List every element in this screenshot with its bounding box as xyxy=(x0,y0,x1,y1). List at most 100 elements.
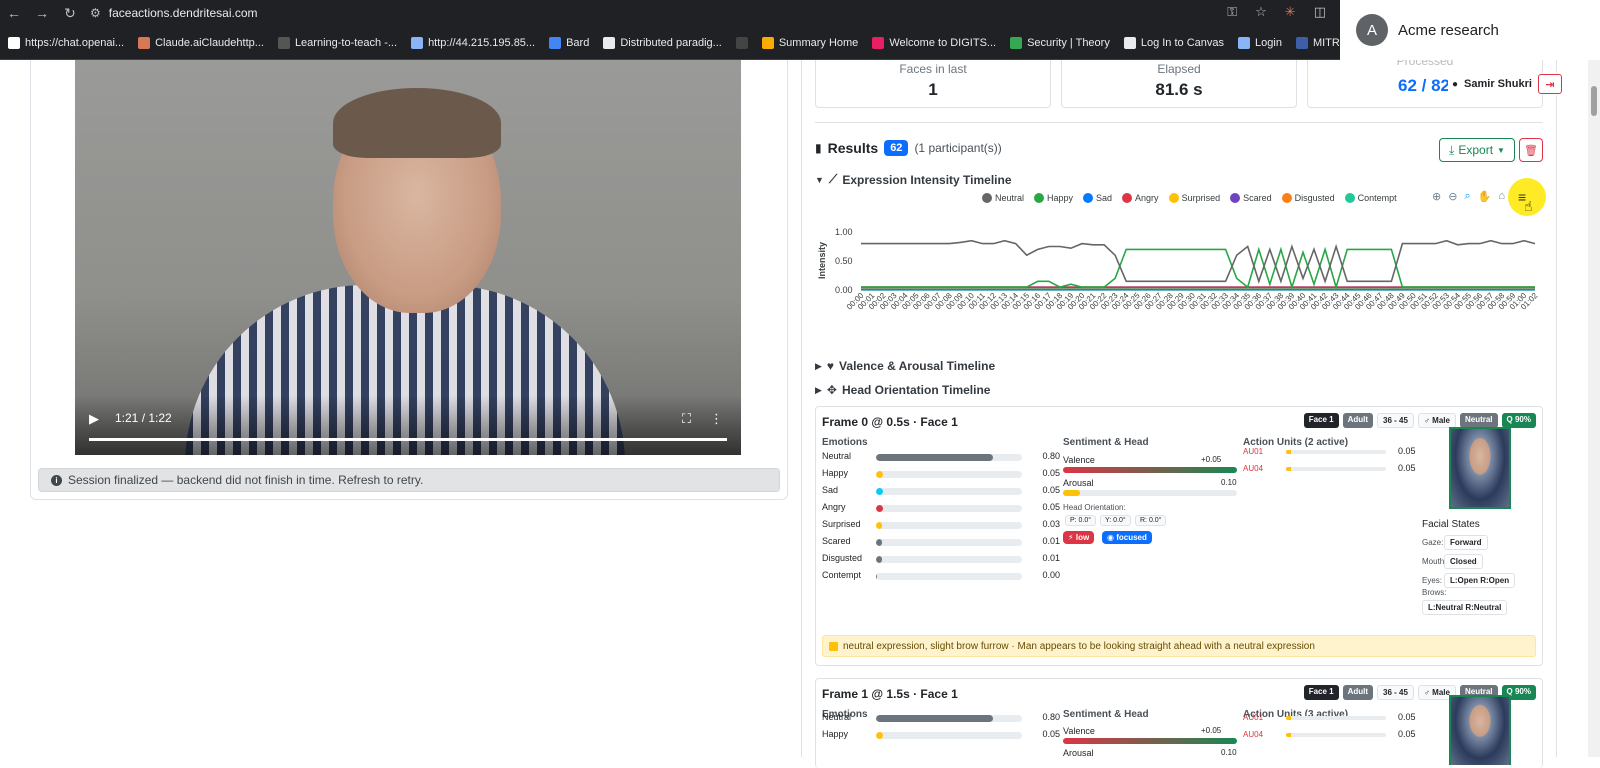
section-expression[interactable]: ▼ ⟋ Expression Intensity Timeline xyxy=(815,172,1012,187)
reload-icon[interactable]: ↻ xyxy=(56,5,84,22)
legend-item[interactable]: Neutral xyxy=(982,193,1024,203)
au-bar-track xyxy=(1286,450,1386,454)
valence-value: +0.05 xyxy=(1201,726,1222,735)
emotion-name: Scared xyxy=(822,536,851,546)
extension-claude-icon[interactable]: ✳ xyxy=(1285,4,1296,20)
bookmark-item[interactable]: Claude.aiClaudehttp... xyxy=(138,36,264,49)
bookmark-favicon-icon xyxy=(761,36,774,49)
fullscreen-icon[interactable]: ⛶ xyxy=(682,411,691,427)
bookmark-item[interactable]: Bard xyxy=(549,36,589,49)
back-icon[interactable]: ← xyxy=(0,5,28,21)
face-thumbnail[interactable] xyxy=(1449,427,1511,509)
emotion-bar-fill xyxy=(876,732,884,739)
emotion-value: 0.80 xyxy=(1042,712,1060,722)
results-title: Results xyxy=(827,140,879,156)
export-button[interactable]: ⤓ Export ▼ xyxy=(1439,138,1515,162)
valence-label: Valence xyxy=(1063,726,1095,736)
video-progress-bar[interactable] xyxy=(89,438,727,441)
legend-item[interactable]: Scared xyxy=(1230,193,1272,203)
emotion-value: 0.80 xyxy=(1042,451,1060,461)
scrollbar[interactable] xyxy=(1588,60,1600,757)
emotion-value: 0.05 xyxy=(1042,468,1060,478)
bookmark-item[interactable]: http://44.215.195.85... xyxy=(411,36,536,49)
profile-popup[interactable]: A Acme research xyxy=(1340,0,1600,60)
address-bar[interactable]: ⚙ faceactions.dendritesai.com xyxy=(90,6,258,20)
profile-name[interactable]: Acme research xyxy=(1398,22,1499,39)
results-header: ▮ Results 62 (1 participant(s)) xyxy=(815,140,1002,156)
pan-hand-icon[interactable]: ✋ xyxy=(1478,190,1492,203)
section-valence[interactable]: ▶ ♥ Valence & Arousal Timeline xyxy=(815,359,995,373)
note-text: neutral expression, slight brow furrow ·… xyxy=(843,640,1315,652)
au-bar-track xyxy=(1286,467,1386,471)
au-bar-track xyxy=(1286,716,1386,720)
bookmark-label: Distributed paradig... xyxy=(620,36,722,49)
expression-chart[interactable]: Intensity1.000.500.0000:0000:0100:0200:0… xyxy=(815,218,1545,330)
bookmark-star-icon[interactable]: ☆ xyxy=(1255,4,1267,20)
browser-toolbar: ← → ↻ ⚙ faceactions.dendritesai.com ⚿ ☆ … xyxy=(0,0,1340,26)
line-chart-icon: ⟋ xyxy=(828,172,838,186)
video-player[interactable]: ▶ 1:21 / 1:22 ⛶ ⋮ xyxy=(75,60,741,455)
bookmark-item[interactable]: Summary Home xyxy=(761,36,858,49)
bookmark-label: Security | Theory xyxy=(1027,36,1110,49)
legend-label: Scared xyxy=(1243,193,1272,203)
note-icon xyxy=(829,641,838,651)
stat-faces: Faces in last 1 xyxy=(815,60,1051,108)
bookmark-favicon-icon xyxy=(1238,36,1251,49)
bookmark-item[interactable]: Distributed paradig... xyxy=(603,36,722,49)
legend-item[interactable]: Happy xyxy=(1034,193,1073,203)
bookmark-item[interactable]: Learning-to-teach -... xyxy=(277,36,397,49)
zoom-out-icon[interactable]: ⊖ xyxy=(1448,190,1457,203)
bookmark-item[interactable]: Welcome to DIGITS... xyxy=(872,36,996,49)
bookmark-favicon-icon xyxy=(549,36,562,49)
stat-label: Faces in last xyxy=(899,62,967,76)
password-key-icon[interactable]: ⚿ xyxy=(1227,4,1237,20)
bookmark-favicon-icon xyxy=(1010,36,1023,49)
delete-button[interactable]: 🗑 xyxy=(1519,138,1543,162)
export-label: Export xyxy=(1458,143,1494,157)
legend-item[interactable]: Contempt xyxy=(1344,193,1397,203)
logout-button[interactable]: ⇥ xyxy=(1537,74,1562,94)
sentiment-header: Sentiment & Head xyxy=(1063,437,1149,448)
profile-avatar[interactable]: A xyxy=(1356,14,1388,46)
play-icon[interactable]: ▶ xyxy=(89,411,99,427)
bookmark-item[interactable] xyxy=(735,36,748,49)
section-head[interactable]: ▶ ✥ Head Orientation Timeline xyxy=(815,383,990,397)
magnify-icon[interactable]: ⌕ xyxy=(1464,190,1470,203)
frame-badge: Neutral xyxy=(1459,413,1498,428)
arousal-track xyxy=(1063,490,1237,496)
bookmark-item[interactable]: MITRE ATT&CK® xyxy=(1295,36,1340,49)
stat-value: 1 xyxy=(928,80,938,99)
legend-label: Neutral xyxy=(995,193,1025,203)
zoom-in-icon[interactable]: ⊕ xyxy=(1432,190,1441,203)
y-tick-label: 1.00 xyxy=(835,227,853,237)
au-bar-fill xyxy=(1286,733,1291,737)
bookmark-favicon-icon xyxy=(411,36,424,49)
home-reset-icon[interactable]: ⌂ xyxy=(1498,190,1505,203)
site-settings-icon[interactable]: ⚙ xyxy=(90,6,101,20)
face-thumbnail[interactable] xyxy=(1449,695,1511,765)
legend-item[interactable]: Disgusted xyxy=(1281,193,1335,203)
bookmark-item[interactable]: Log In to Canvas xyxy=(1123,36,1224,49)
bookmark-label: https://chat.openai... xyxy=(25,36,125,49)
user-name: Samir Shukri xyxy=(1464,78,1532,90)
bookmark-item[interactable]: Security | Theory xyxy=(1010,36,1110,49)
more-options-icon[interactable]: ⋮ xyxy=(710,411,723,427)
legend-marker xyxy=(1083,193,1094,203)
legend-item[interactable]: Angry xyxy=(1122,193,1159,203)
forward-icon[interactable]: → xyxy=(28,5,56,21)
emotion-name: Surprised xyxy=(822,519,861,529)
legend-item[interactable]: Sad xyxy=(1083,193,1112,203)
legend-item[interactable]: Surprised xyxy=(1168,193,1220,203)
extensions-icon[interactable]: ◫ xyxy=(1314,4,1326,20)
frame-card-1: Frame 1 @ 1.5s · Face 1 Face 1 Adult 36 - … xyxy=(815,678,1543,768)
bookmark-item[interactable]: https://chat.openai... xyxy=(8,36,125,49)
caret-right-icon: ▶ xyxy=(815,384,822,395)
bookmark-label: MITRE ATT&CK® xyxy=(1312,36,1340,49)
user-icon: ● xyxy=(1452,78,1459,90)
emotion-bar-fill xyxy=(876,715,993,722)
emotion-bar-fill xyxy=(876,471,884,478)
scrollbar-thumb[interactable] xyxy=(1591,86,1597,116)
frame-badge: Face 1 xyxy=(1303,685,1339,700)
bookmark-item[interactable]: Login xyxy=(1238,36,1282,49)
bookmark-label: http://44.215.195.85... xyxy=(428,36,536,49)
